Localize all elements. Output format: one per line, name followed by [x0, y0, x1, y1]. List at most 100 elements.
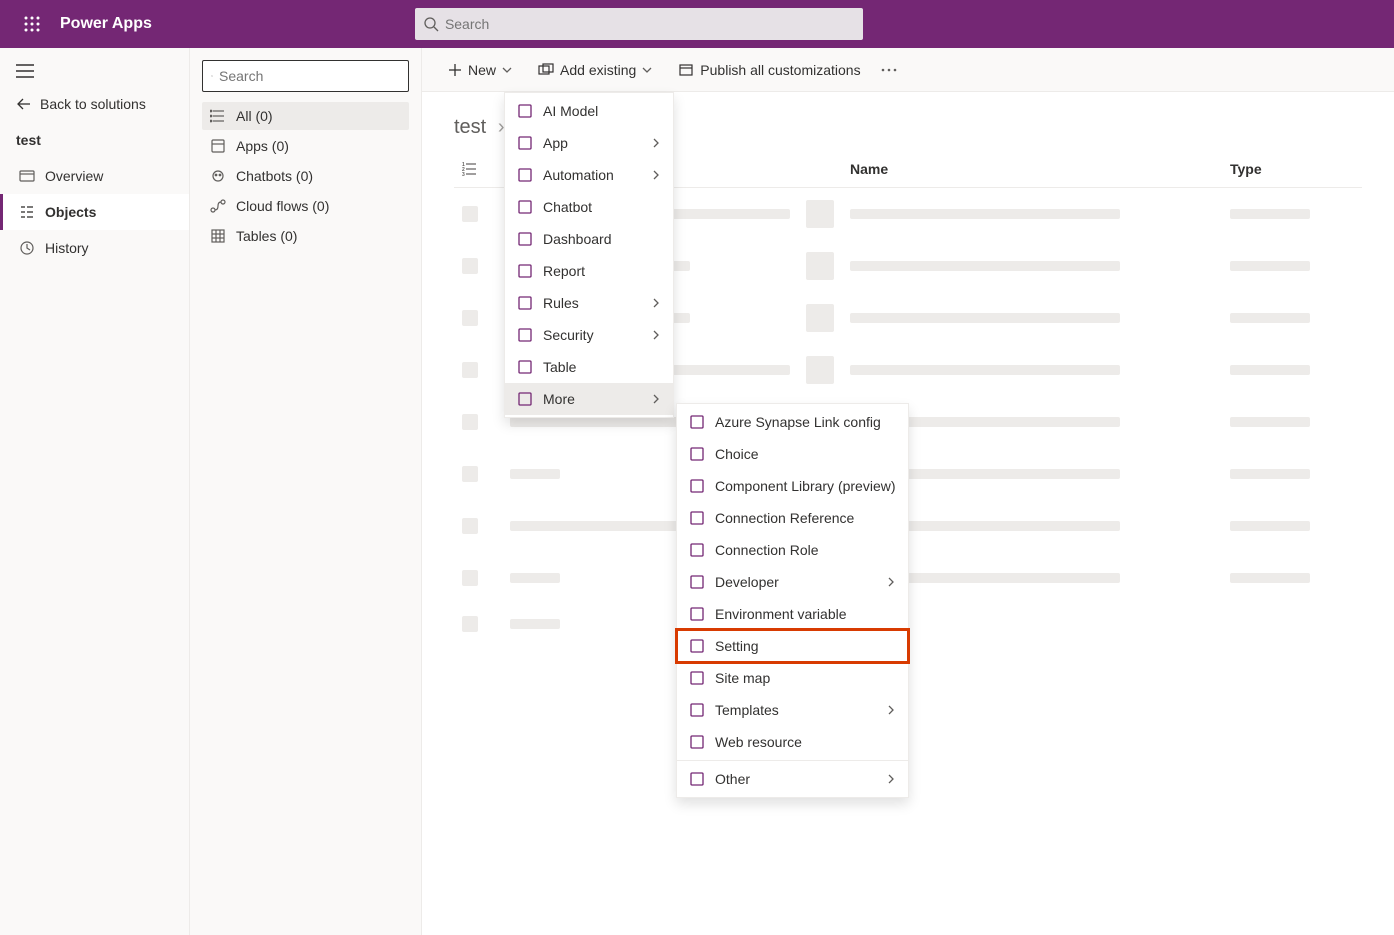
- add-existing-label: Add existing: [560, 62, 636, 78]
- overview-icon: [19, 168, 35, 184]
- breadcrumb-root[interactable]: test: [454, 116, 486, 138]
- tree-item-chatbots[interactable]: Chatbots (0): [202, 162, 409, 190]
- nav-item-objects[interactable]: Objects: [0, 194, 189, 230]
- flow-icon: [210, 198, 226, 214]
- more-icon: [881, 68, 897, 72]
- chevron-right-icon: [886, 774, 896, 784]
- nav-item-overview[interactable]: Overview: [0, 158, 189, 194]
- nav-item-history[interactable]: History: [0, 230, 189, 266]
- arrow-left-icon: [16, 96, 32, 112]
- menu-item[interactable]: Rules: [505, 287, 673, 319]
- nav-item-label: Objects: [45, 204, 96, 220]
- waffle-icon: [24, 16, 40, 32]
- menu-item-label: Environment variable: [715, 606, 847, 622]
- menu-item[interactable]: Templates: [677, 694, 908, 726]
- menu-item-icon: [689, 702, 705, 718]
- publish-button[interactable]: Publish all customizations: [668, 56, 870, 84]
- tree-search[interactable]: [202, 60, 409, 92]
- sort-header[interactable]: 123: [454, 151, 502, 188]
- menu-item[interactable]: Choice: [677, 438, 908, 470]
- tree-item-all[interactable]: All (0): [202, 102, 409, 130]
- menu-item-icon: [689, 510, 705, 526]
- back-label: Back to solutions: [40, 96, 146, 112]
- menu-item-label: Rules: [543, 295, 579, 311]
- menu-item[interactable]: Connection Role: [677, 534, 908, 566]
- publish-label: Publish all customizations: [700, 62, 860, 78]
- menu-item[interactable]: Setting: [677, 630, 908, 662]
- menu-item[interactable]: Dashboard: [505, 223, 673, 255]
- name-header[interactable]: Name: [842, 151, 1222, 188]
- menu-item-label: Developer: [715, 574, 779, 590]
- menu-item[interactable]: Table: [505, 351, 673, 383]
- svg-text:3: 3: [462, 172, 465, 177]
- app-launcher-button[interactable]: [8, 0, 56, 48]
- type-header[interactable]: Type: [1222, 151, 1362, 188]
- menu-item[interactable]: Web resource: [677, 726, 908, 758]
- app-title: Power Apps: [60, 15, 152, 33]
- menu-item-icon: [689, 542, 705, 558]
- tree-item-tables[interactable]: Tables (0): [202, 222, 409, 250]
- list-icon: [210, 108, 226, 124]
- menu-item-icon: [517, 199, 533, 215]
- menu-item[interactable]: Azure Synapse Link config: [677, 406, 908, 438]
- search-icon: [423, 16, 439, 32]
- menu-item[interactable]: Report: [505, 255, 673, 287]
- tree-item-label: Apps (0): [236, 138, 289, 154]
- add-existing-icon: [538, 63, 554, 77]
- history-icon: [19, 240, 35, 256]
- chatbot-icon: [210, 168, 226, 184]
- menu-item-label: Templates: [715, 702, 779, 718]
- overflow-button[interactable]: [877, 62, 907, 78]
- menu-item[interactable]: Other: [677, 763, 908, 795]
- menu-separator: [677, 760, 908, 761]
- solution-name: test: [0, 122, 189, 158]
- menu-item[interactable]: Security: [505, 319, 673, 351]
- menu-item-icon: [517, 263, 533, 279]
- menu-item[interactable]: App: [505, 127, 673, 159]
- menu-item-label: Report: [543, 263, 585, 279]
- menu-item-label: Security: [543, 327, 594, 343]
- add-existing-button[interactable]: Add existing: [528, 56, 662, 84]
- nav-item-label: History: [45, 240, 89, 256]
- menu-item-icon: [689, 638, 705, 654]
- menu-item-icon: [517, 391, 533, 407]
- menu-item-label: Chatbot: [543, 199, 592, 215]
- menu-item-icon: [689, 574, 705, 590]
- chevron-right-icon: [886, 577, 896, 587]
- plus-icon: [448, 63, 462, 77]
- menu-item-label: Component Library (preview): [715, 478, 896, 494]
- menu-item[interactable]: AI Model: [505, 95, 673, 127]
- nav-collapse-button[interactable]: [0, 56, 189, 86]
- menu-item[interactable]: Site map: [677, 662, 908, 694]
- tree-item-apps[interactable]: Apps (0): [202, 132, 409, 160]
- menu-item[interactable]: Automation: [505, 159, 673, 191]
- menu-item[interactable]: Chatbot: [505, 191, 673, 223]
- menu-item-icon: [517, 327, 533, 343]
- new-button[interactable]: New: [438, 56, 522, 84]
- tree-search-input[interactable]: [219, 68, 400, 84]
- tree-item-label: All (0): [236, 108, 273, 124]
- tree-item-cloud-flows[interactable]: Cloud flows (0): [202, 192, 409, 220]
- menu-item[interactable]: Developer: [677, 566, 908, 598]
- menu-item-label: Web resource: [715, 734, 802, 750]
- new-menu: AI ModelAppAutomation Chatbot Dashboard Rep…: [504, 92, 674, 418]
- chevron-right-icon: [651, 394, 661, 404]
- menu-item[interactable]: Environment variable: [677, 598, 908, 630]
- left-nav: Back to solutions test Overview Objects …: [0, 48, 190, 935]
- tree-item-label: Chatbots (0): [236, 168, 313, 184]
- menu-item[interactable]: Connection Reference: [677, 502, 908, 534]
- menu-item-icon: [517, 103, 533, 119]
- global-search-input[interactable]: [445, 16, 855, 32]
- back-to-solutions-link[interactable]: Back to solutions: [0, 86, 189, 122]
- menu-item[interactable]: Component Library (preview): [677, 470, 908, 502]
- menu-item[interactable]: More: [505, 383, 673, 415]
- menu-item-icon: [517, 167, 533, 183]
- global-search[interactable]: [415, 8, 863, 40]
- menu-item-icon: [689, 771, 705, 787]
- menu-item-icon: [689, 446, 705, 462]
- menu-item-icon: [517, 359, 533, 375]
- menu-item-label: More: [543, 391, 575, 407]
- table-icon: [210, 228, 226, 244]
- menu-item-label: Other: [715, 771, 750, 787]
- menu-item-label: Table: [543, 359, 576, 375]
